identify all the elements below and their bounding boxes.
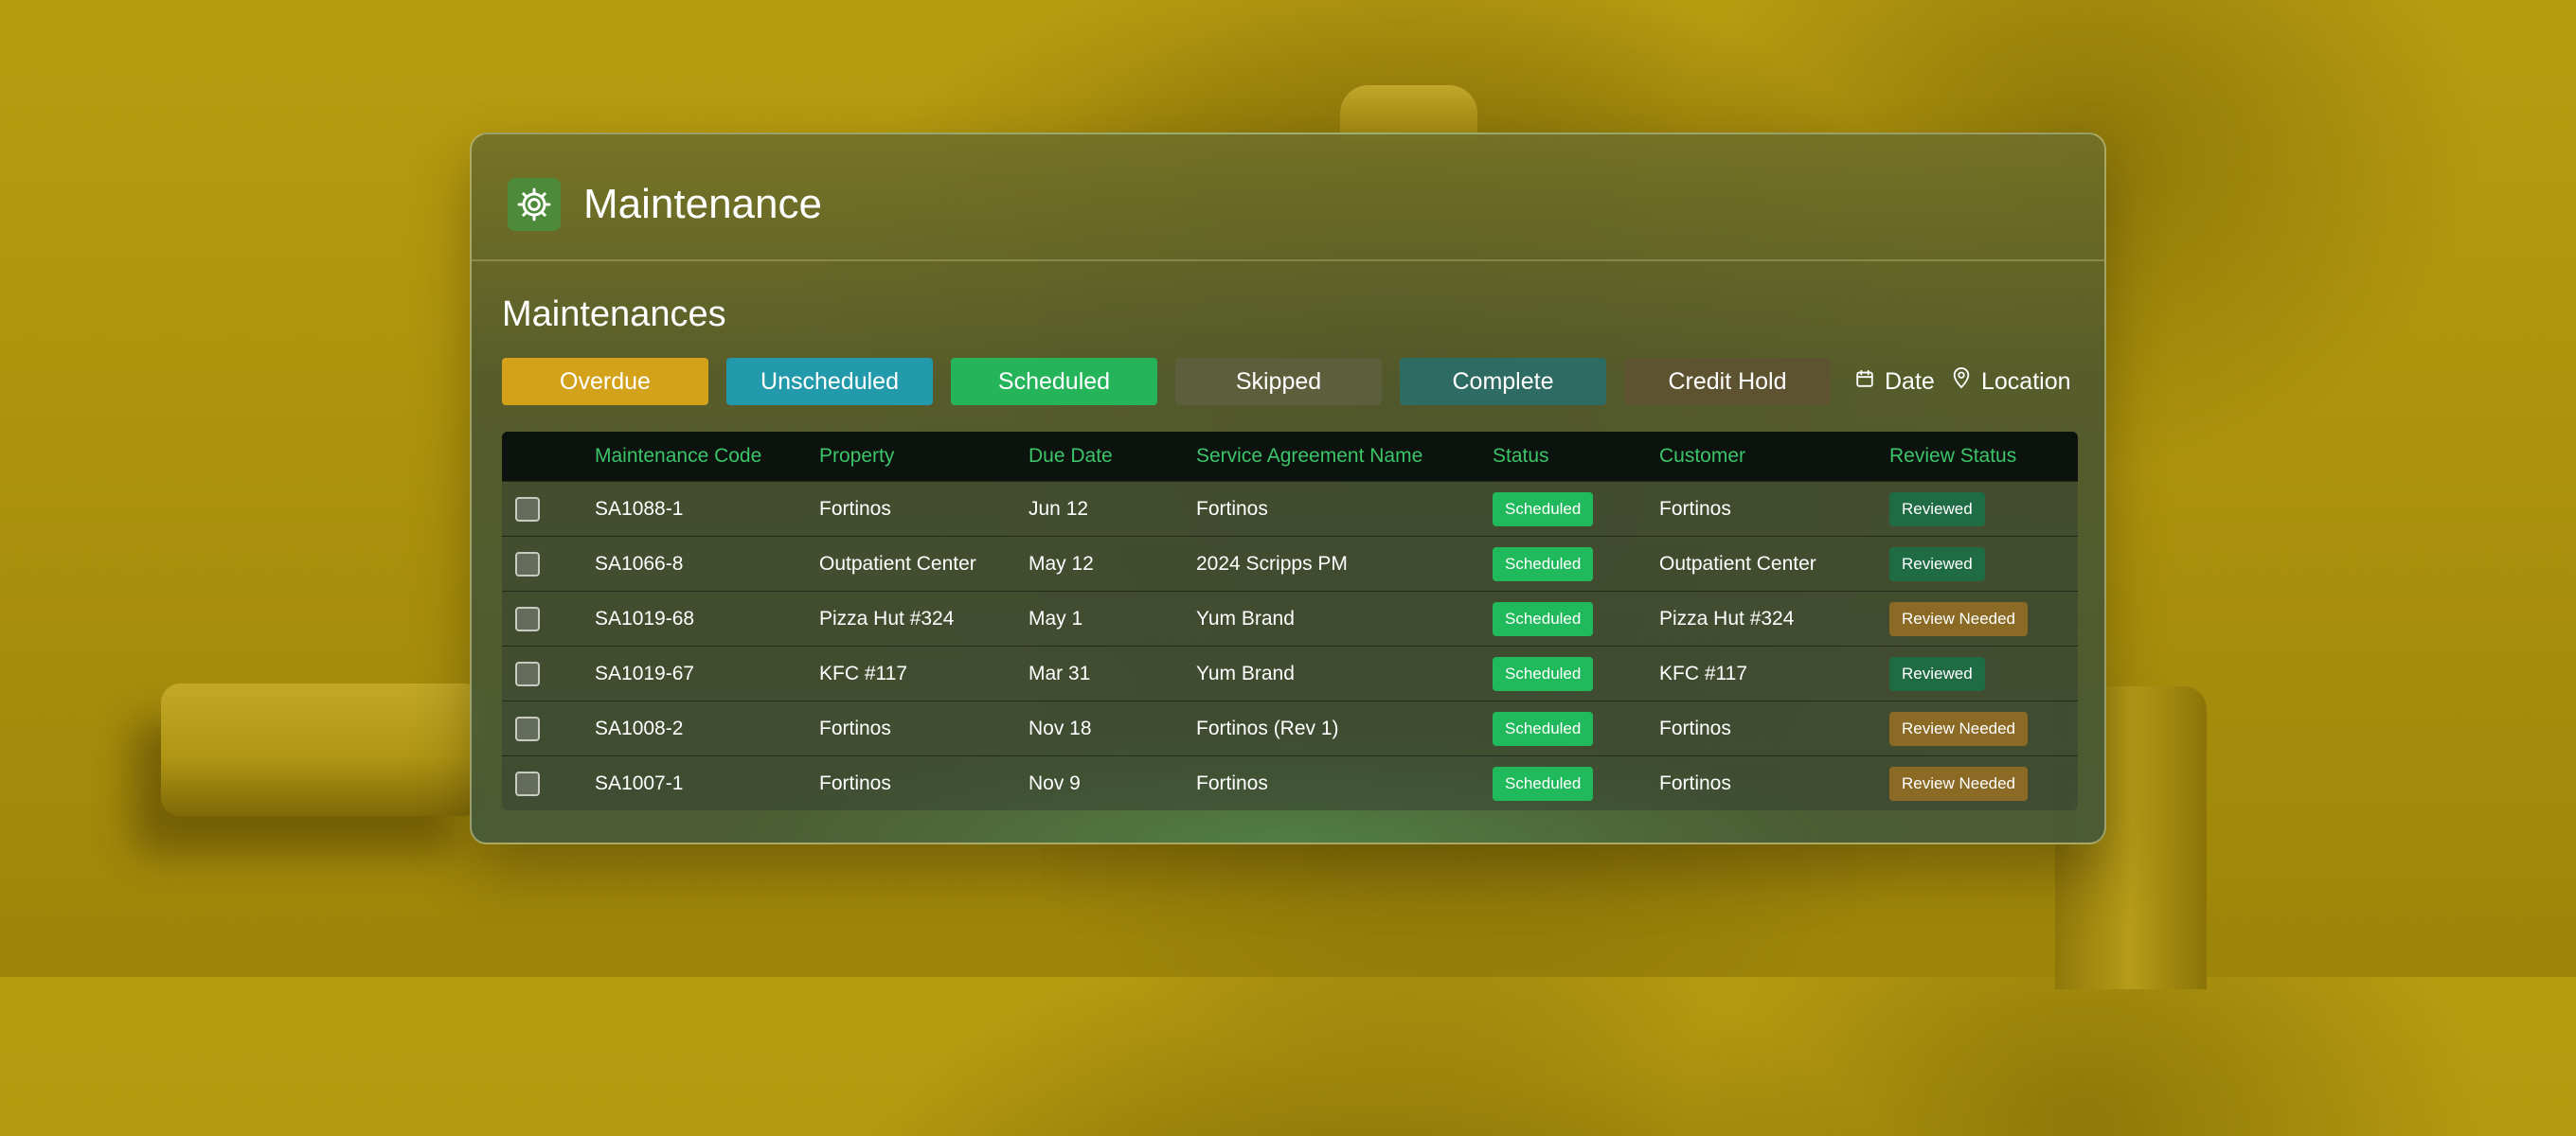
status-badge: Scheduled [1493,657,1594,691]
section-title: Maintenances [502,294,726,334]
app-title: Maintenance [583,181,822,227]
location-filter-label: Location [1981,368,2071,395]
review-status-badge: Reviewed [1889,547,1985,581]
cell-maintenance-code: SA1007-1 [595,772,684,794]
row-checkbox[interactable] [515,607,540,631]
column-header-review-status[interactable]: Review Status [1889,432,2016,481]
review-status-badge: Review Needed [1889,712,2029,746]
filter-chip-complete[interactable]: Complete [1400,358,1606,405]
review-status-badge: Reviewed [1889,492,1985,526]
column-header-customer[interactable]: Customer [1659,432,1745,481]
maintenance-panel: Maintenance Maintenances Overdue Unsched… [470,133,2106,844]
cell-property: KFC #117 [819,663,907,684]
column-header-service-agreement-name[interactable]: Service Agreement Name [1196,432,1422,481]
cell-service-agreement: Fortinos (Rev 1) [1196,718,1339,739]
column-header-maintenance-code[interactable]: Maintenance Code [595,432,761,481]
cell-customer: Fortinos [1659,772,1731,794]
column-header-property[interactable]: Property [819,432,894,481]
cell-property: Fortinos [819,498,891,520]
cell-service-agreement: Fortinos [1196,498,1268,520]
cell-due-date: Nov 18 [1029,718,1092,739]
status-badge: Scheduled [1493,547,1594,581]
cell-due-date: Mar 31 [1029,663,1091,684]
cell-property: Pizza Hut #324 [819,608,955,630]
cell-due-date: Nov 9 [1029,772,1081,794]
cell-maintenance-code: SA1019-67 [595,663,695,684]
cell-maintenance-code: SA1008-2 [595,718,684,739]
pipe-left-decoration [161,683,483,816]
row-checkbox[interactable] [515,772,540,796]
table-row[interactable]: SA1007-1 Fortinos Nov 9 Fortinos Schedul… [502,755,2078,810]
cell-due-date: May 1 [1029,608,1083,630]
cell-due-date: Jun 12 [1029,498,1089,520]
filter-chip-overdue[interactable]: Overdue [502,358,708,405]
row-checkbox[interactable] [515,717,540,741]
cell-due-date: May 12 [1029,553,1094,575]
status-badge: Scheduled [1493,712,1594,746]
cell-customer: KFC #117 [1659,663,1747,684]
filter-chip-unscheduled[interactable]: Unscheduled [726,358,933,405]
cell-customer: Fortinos [1659,718,1731,739]
cell-customer: Pizza Hut #324 [1659,608,1795,630]
status-badge: Scheduled [1493,492,1594,526]
column-header-status[interactable]: Status [1493,432,1549,481]
date-filter-label: Date [1885,368,1935,395]
cell-property: Fortinos [819,718,891,739]
row-checkbox[interactable] [515,497,540,522]
table-row[interactable]: SA1019-68 Pizza Hut #324 May 1 Yum Brand… [502,591,2078,647]
table-row[interactable]: SA1008-2 Fortinos Nov 18 Fortinos (Rev 1… [502,701,2078,756]
row-checkbox[interactable] [515,552,540,577]
filter-chip-skipped[interactable]: Skipped [1175,358,1382,405]
row-checkbox[interactable] [515,662,540,686]
filter-bar: Overdue Unscheduled Scheduled Skipped Co… [502,358,2074,405]
cell-service-agreement: Yum Brand [1196,608,1295,630]
map-pin-icon [1951,358,1972,405]
cell-maintenance-code: SA1019-68 [595,608,695,630]
review-status-badge: Review Needed [1889,767,2029,801]
table-row[interactable]: SA1088-1 Fortinos Jun 12 Fortinos Schedu… [502,481,2078,537]
panel-header: Maintenance [472,134,2104,261]
table-header: Maintenance Code Property Due Date Servi… [502,432,2078,481]
cell-property: Fortinos [819,772,891,794]
maintenance-table: Maintenance Code Property Due Date Servi… [502,432,2078,810]
table-row[interactable]: SA1019-67 KFC #117 Mar 31 Yum Brand Sche… [502,646,2078,701]
column-header-due-date[interactable]: Due Date [1029,432,1113,481]
cell-service-agreement: Fortinos [1196,772,1268,794]
review-status-badge: Reviewed [1889,657,1985,691]
cell-maintenance-code: SA1088-1 [595,498,684,520]
review-status-badge: Review Needed [1889,602,2029,636]
cell-maintenance-code: SA1066-8 [595,553,684,575]
gear-icon [508,178,561,231]
status-badge: Scheduled [1493,767,1594,801]
date-filter-button[interactable]: Date [1854,358,1935,405]
table-row[interactable]: SA1066-8 Outpatient Center May 12 2024 S… [502,536,2078,592]
filter-chip-credit-hold[interactable]: Credit Hold [1624,358,1831,405]
cell-service-agreement: 2024 Scripps PM [1196,553,1348,575]
cell-customer: Fortinos [1659,498,1731,520]
status-badge: Scheduled [1493,602,1594,636]
cell-customer: Outpatient Center [1659,553,1816,575]
filter-chip-scheduled[interactable]: Scheduled [951,358,1157,405]
cell-property: Outpatient Center [819,553,976,575]
cell-service-agreement: Yum Brand [1196,663,1295,684]
calendar-icon [1854,358,1875,405]
location-filter-button[interactable]: Location [1951,358,2071,405]
